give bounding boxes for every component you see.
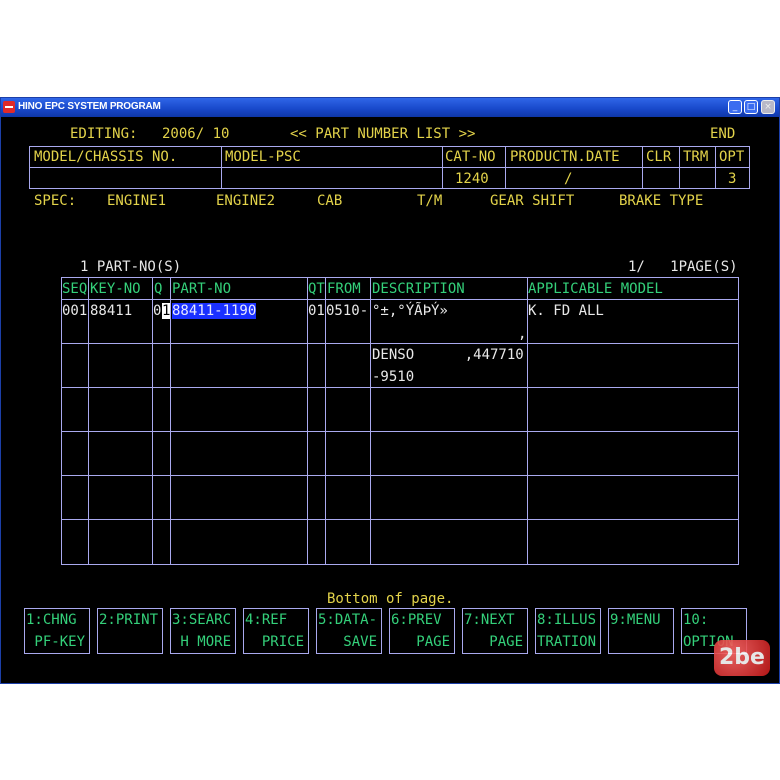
qt-header: QT bbox=[308, 281, 325, 297]
row1-from: 0510- bbox=[326, 303, 369, 319]
fkey-label: 6:PREV bbox=[391, 612, 442, 628]
spec-brake-type: BRAKE TYPE bbox=[619, 193, 704, 209]
part-no-header: PART-NO bbox=[172, 281, 232, 297]
maximize-button[interactable]: □ bbox=[744, 100, 758, 114]
row2-description-line2: -9510 bbox=[372, 369, 415, 385]
fkey-8-illustration[interactable]: 8:ILLUS TRATION bbox=[535, 608, 601, 654]
cat-no-header: CAT-NO bbox=[445, 149, 496, 165]
opt-value: 3 bbox=[728, 171, 737, 187]
fkey-6-prev-page[interactable]: 6:PREV PAGE bbox=[389, 608, 455, 654]
fkey-label: 2:PRINT bbox=[99, 612, 159, 628]
seq-header: SEQ bbox=[62, 281, 88, 297]
row1-qt: 01 bbox=[308, 303, 325, 319]
spec-gear-shift: GEAR SHIFT bbox=[490, 193, 575, 209]
trm-header: TRM bbox=[683, 149, 709, 165]
editing-label: EDITING: bbox=[70, 126, 138, 142]
spec-engine1: ENGINE1 bbox=[107, 193, 167, 209]
fkey-label: PAGE bbox=[464, 634, 524, 650]
window-title: HINO EPC SYSTEM PROGRAM bbox=[18, 101, 161, 112]
close-button[interactable]: × bbox=[761, 100, 775, 114]
cursor[interactable]: 1 bbox=[162, 303, 171, 319]
model-psc-header: MODEL-PSC bbox=[225, 149, 301, 165]
spec-cab: CAB bbox=[317, 193, 343, 209]
clr-header: CLR bbox=[646, 149, 672, 165]
fkey-3-search-more[interactable]: 3:SEARC H MORE bbox=[170, 608, 236, 654]
status-message: Bottom of page. bbox=[327, 591, 454, 607]
spec-engine2: ENGINE2 bbox=[216, 193, 276, 209]
row2-description-line1: DENSO ,447710 bbox=[372, 347, 524, 363]
opt-header: OPT bbox=[719, 149, 745, 165]
production-date-header: PRODUCTN.DATE bbox=[510, 149, 620, 165]
row1-key-no: 88411 bbox=[90, 303, 133, 319]
screen-title: << PART NUMBER LIST >> bbox=[290, 126, 476, 142]
row1-comma: , bbox=[518, 326, 527, 342]
fkey-9-menu[interactable]: 9:MENU bbox=[608, 608, 674, 654]
fkey-label: PRICE bbox=[245, 634, 305, 650]
fkey-label: TRATION bbox=[537, 634, 597, 650]
fkey-1-change-pf-key[interactable]: 1:CHNG PF-KEY bbox=[24, 608, 90, 654]
spec-tm: T/M bbox=[417, 193, 443, 209]
fkey-label: 4:REF bbox=[245, 612, 288, 628]
minimize-button[interactable]: _ bbox=[728, 100, 742, 114]
from-header: FROM bbox=[327, 281, 361, 297]
production-date-value: / bbox=[564, 171, 573, 187]
row1-q: 0 bbox=[153, 303, 162, 319]
description-header: DESCRIPTION bbox=[372, 281, 465, 297]
q-header: Q bbox=[154, 281, 163, 297]
cat-no-value: 1240 bbox=[455, 171, 489, 187]
watermark-logo: 2be bbox=[714, 640, 770, 676]
key-no-header: KEY-NO bbox=[90, 281, 141, 297]
fkey-label: 8:ILLUS bbox=[537, 612, 597, 628]
fkey-7-next-page[interactable]: 7:NEXT PAGE bbox=[462, 608, 528, 654]
row1-seq: 001 bbox=[62, 303, 88, 319]
app-icon bbox=[3, 101, 15, 113]
row1-description: °±,°ÝÃÞÝ» bbox=[372, 303, 448, 319]
fkey-2-print[interactable]: 2:PRINT bbox=[97, 608, 163, 654]
row1-part-no[interactable]: 88411-1190 bbox=[172, 303, 257, 319]
model-chassis-header: MODEL/CHASSIS NO. bbox=[34, 149, 178, 165]
fkey-label: 9:MENU bbox=[610, 612, 661, 628]
page-info: 1/ 1PAGE(S) bbox=[628, 259, 738, 275]
applicable-model-header: APPLICABLE MODEL bbox=[528, 281, 663, 297]
fkey-5-data-save[interactable]: 5:DATA- SAVE bbox=[316, 608, 382, 654]
title-bar[interactable]: HINO EPC SYSTEM PROGRAM _ □ × bbox=[1, 98, 779, 117]
row1-applicable-model: K. FD ALL bbox=[528, 303, 604, 319]
fkey-4-ref-price[interactable]: 4:REF PRICE bbox=[243, 608, 309, 654]
fkey-label: 7:NEXT bbox=[464, 612, 515, 628]
part-count: 1 PART-NO(S) bbox=[80, 259, 182, 275]
fkey-label: PAGE bbox=[391, 634, 451, 650]
end-label: END bbox=[710, 126, 736, 142]
parts-table bbox=[61, 277, 739, 565]
fkey-label: 10: bbox=[683, 612, 709, 628]
fkey-label: 5:DATA- bbox=[318, 612, 378, 628]
spec-label: SPEC: bbox=[34, 193, 77, 209]
fkey-label: SAVE bbox=[318, 634, 378, 650]
editing-date: 2006/ 10 bbox=[162, 126, 230, 142]
fkey-label: H MORE bbox=[172, 634, 232, 650]
fkey-label: 1:CHNG bbox=[26, 612, 77, 628]
fkey-label: 3:SEARC bbox=[172, 612, 232, 628]
fkey-label: PF-KEY bbox=[26, 634, 86, 650]
